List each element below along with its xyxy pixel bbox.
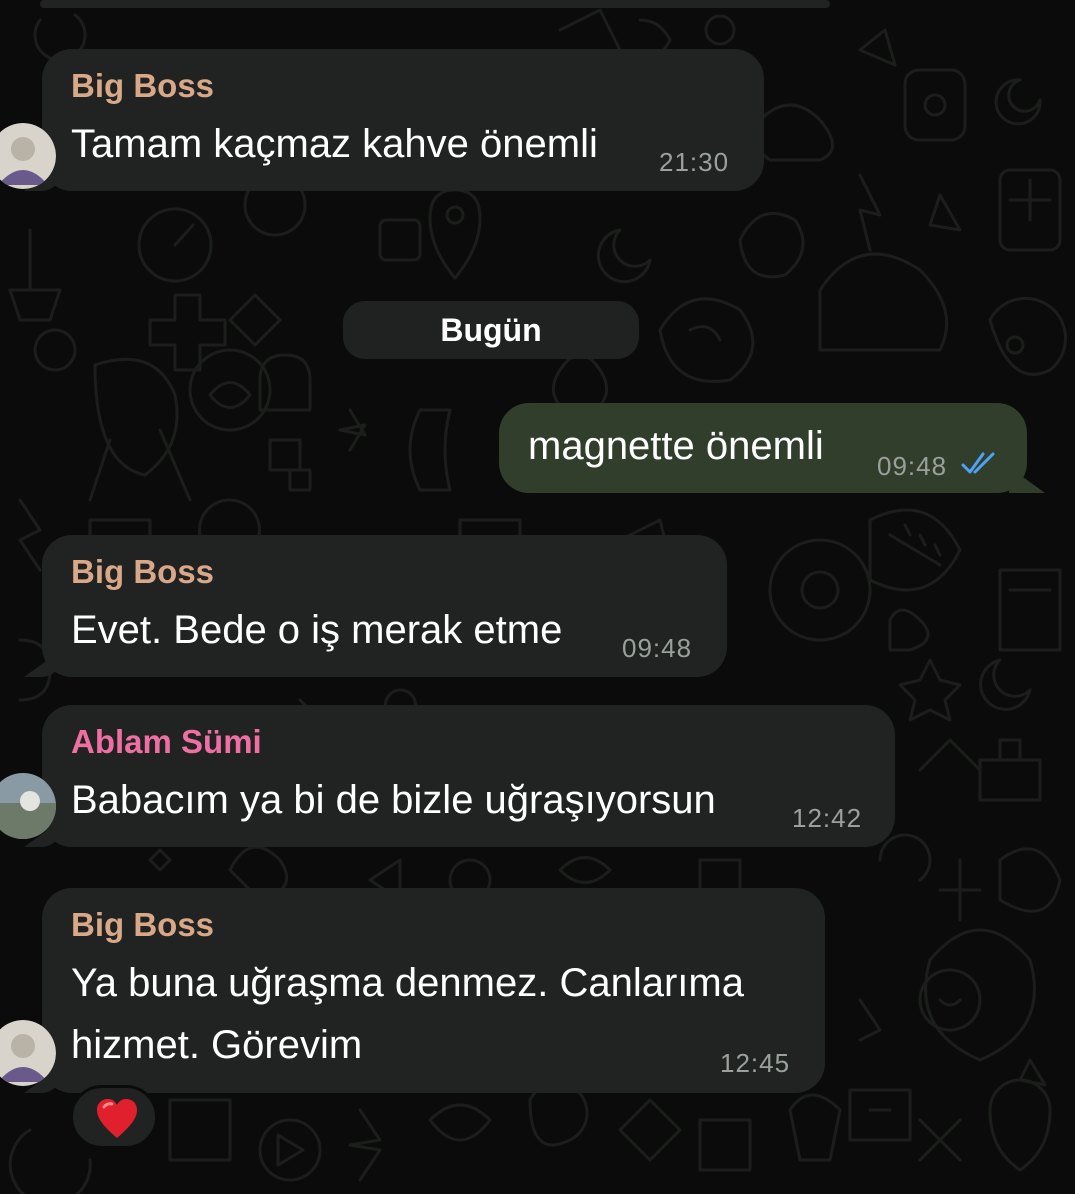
heart-emoji-icon [97, 1099, 137, 1138]
message-bubble[interactable]: Big Boss Tamam kaçmaz kahve önemli 21:30 [0, 49, 764, 191]
message-time: 09:48 [622, 633, 693, 663]
message-text: magnette önemli [528, 424, 824, 468]
message-text: Tamam kaçmaz kahve önemli [71, 122, 598, 166]
chat-view: Big Boss Tamam kaçmaz kahve önemli 21:30… [0, 0, 1075, 1194]
message-text: Evet. Bede o iş merak etme [71, 608, 563, 652]
reaction-badge[interactable] [70, 1085, 158, 1149]
message-text: Babacım ya bi de bizle uğraşıyorsun [71, 778, 716, 822]
message-time: 21:30 [659, 147, 730, 177]
sender-name[interactable]: Big Boss [71, 67, 214, 105]
sender-name[interactable]: Big Boss [71, 553, 214, 591]
message-bubble-outgoing[interactable]: magnette önemli 09:48 [499, 403, 1027, 493]
message-bubble[interactable]: Big Boss Evet. Bede o iş merak etme 09:4… [42, 535, 727, 677]
message-time: 09:48 [877, 451, 948, 481]
message-text-line-2: hizmet. Görevim [71, 1023, 363, 1067]
message-time: 12:42 [792, 803, 863, 833]
sender-avatar[interactable] [0, 773, 56, 839]
date-separator: Bugün [343, 301, 639, 359]
message-time: 12:45 [720, 1048, 791, 1078]
sender-name[interactable]: Ablam Sümi [71, 723, 262, 761]
sender-avatar[interactable] [0, 123, 56, 189]
sender-avatar[interactable] [0, 1020, 56, 1086]
message-bubble[interactable]: Ablam Sümi Babacım ya bi de bizle uğraşı… [0, 705, 895, 847]
message-bubble[interactable]: Big Boss Ya buna uğraşma denmez. Canları… [0, 888, 825, 1093]
read-checkmarks-icon [961, 452, 995, 474]
sender-name[interactable]: Big Boss [71, 906, 214, 944]
message-text-line-1: Ya buna uğraşma denmez. Canlarıma [71, 961, 744, 1005]
